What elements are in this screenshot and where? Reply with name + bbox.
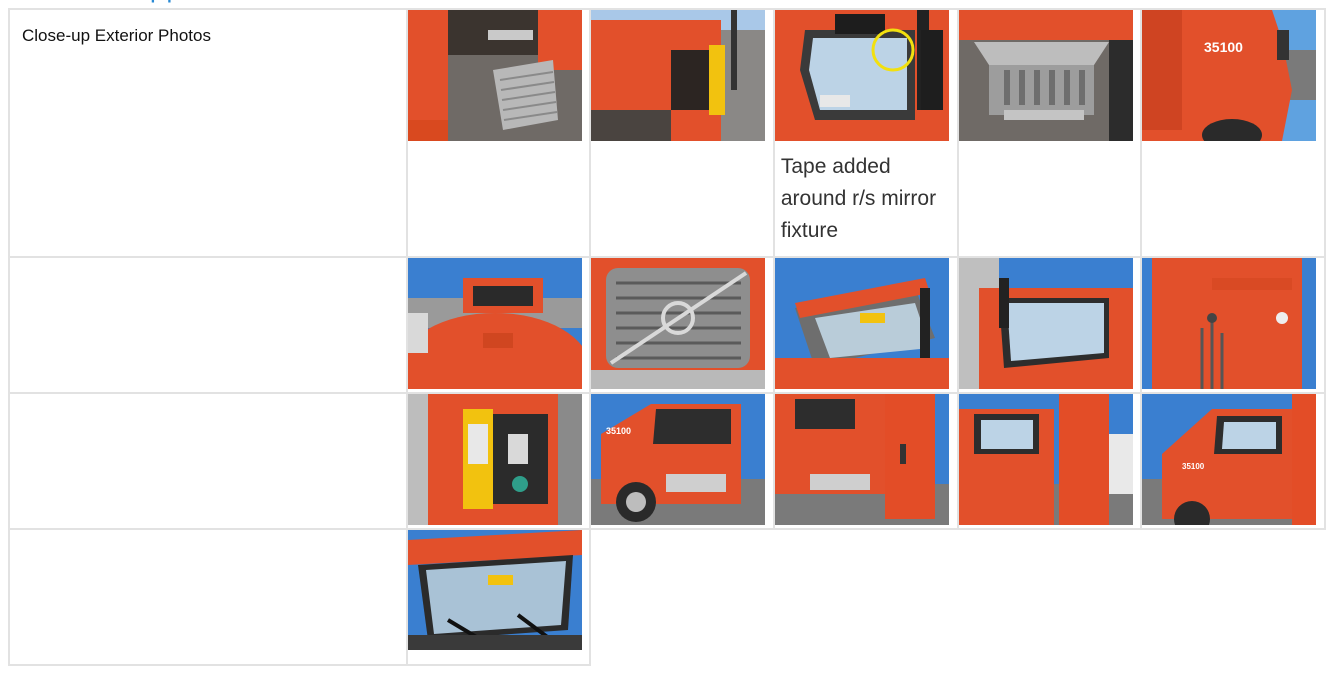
photo-cell — [405, 528, 592, 666]
table-row — [8, 528, 1325, 666]
section-label — [10, 258, 406, 290]
table-row: 35100 35100 — [8, 392, 1326, 530]
windshield-interior-photo[interactable] — [407, 530, 582, 650]
photo-caption: Tape added around r/s mirror fixture — [780, 155, 937, 242]
photo-cell — [956, 8, 1143, 258]
photo-cell — [956, 392, 1143, 530]
svg-text:35100: 35100 — [1182, 462, 1205, 471]
left-side-cab-photo[interactable]: 35100 — [591, 394, 766, 525]
photo-cell — [1140, 256, 1326, 394]
photo-cell — [589, 8, 775, 258]
cab-side-35100-photo[interactable]: 35100 — [1142, 10, 1317, 141]
photo-cell — [405, 256, 592, 394]
photo-cell — [772, 256, 959, 394]
section-label — [10, 530, 406, 562]
open-panel-photo[interactable] — [407, 394, 582, 525]
svg-text:35100: 35100 — [1204, 39, 1243, 55]
photo-cell — [772, 392, 959, 530]
side-compartment-photo[interactable] — [591, 10, 766, 141]
rear-cab-wall-photo[interactable] — [1142, 258, 1317, 389]
photo-cell: 35100 — [589, 392, 775, 530]
section-label-cell — [8, 528, 408, 666]
mirror-fixture-photo[interactable] — [774, 10, 949, 141]
windshield-visor-photo[interactable] — [774, 258, 949, 389]
photo-cell — [405, 8, 592, 258]
photo-cell: 35100 — [1140, 392, 1326, 530]
front-quarter-photo[interactable]: 35100 — [1142, 394, 1317, 525]
section-label: Close-up Exterior Photos — [22, 26, 211, 45]
grille-volvo-photo[interactable] — [591, 258, 766, 389]
photo-table: Close-up Exterior Photos Tape added arou… — [8, 8, 1326, 666]
section-label-cell: Close-up Exterior Photos — [8, 8, 408, 258]
section-label-cell — [8, 392, 408, 530]
svg-text:35100: 35100 — [606, 426, 631, 436]
side-fairing-photo[interactable] — [774, 394, 949, 525]
right-side-cab-photo[interactable] — [958, 394, 1133, 525]
photo-cell — [956, 256, 1143, 394]
step-grate-photo[interactable] — [958, 10, 1133, 141]
empty-cell — [590, 529, 1325, 665]
heading-fragment: pp — [150, 0, 190, 6]
section-label-cell — [8, 256, 408, 394]
photo-cell — [589, 256, 775, 394]
table-row: Close-up Exterior Photos Tape added arou… — [8, 8, 1326, 258]
hood-front-photo[interactable] — [407, 258, 582, 389]
photo-cell — [405, 392, 592, 530]
table-row — [8, 256, 1326, 394]
photo-cell: Tape added around r/s mirror fixture — [772, 8, 959, 258]
step-mudflap-photo[interactable] — [407, 10, 582, 141]
section-label — [10, 394, 406, 426]
door-window-photo[interactable] — [958, 258, 1133, 389]
photo-cell: 35100 — [1140, 8, 1326, 258]
